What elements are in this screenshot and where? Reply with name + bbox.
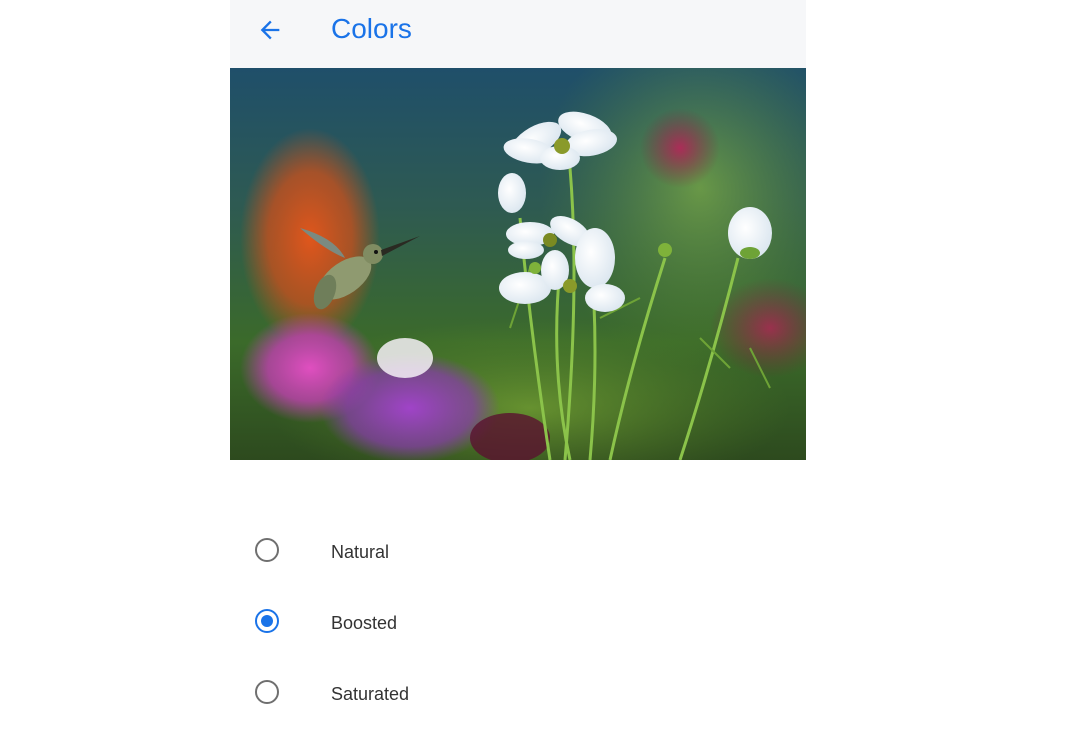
top-app-bar: Colors <box>230 0 806 68</box>
colors-settings-screen: Colors Natural Boosted Saturated <box>230 0 806 744</box>
option-label: Saturated <box>331 684 410 704</box>
page-title: Colors <box>331 13 412 44</box>
option-natural[interactable]: Natural <box>230 516 806 587</box>
option-label: Natural <box>331 542 390 562</box>
back-button[interactable] <box>248 10 292 54</box>
arrow-back-icon <box>256 16 284 49</box>
option-boosted[interactable]: Boosted <box>230 587 806 658</box>
radio-unchecked-icon[interactable] <box>255 538 279 562</box>
option-saturated[interactable]: Saturated <box>230 658 806 729</box>
radio-unchecked-icon[interactable] <box>255 680 279 704</box>
option-label: Boosted <box>331 613 398 633</box>
color-mode-radio-group: Natural Boosted Saturated <box>230 516 806 729</box>
color-preview-image <box>230 68 806 460</box>
radio-checked-icon[interactable] <box>255 609 279 633</box>
radio-dot <box>261 615 273 627</box>
